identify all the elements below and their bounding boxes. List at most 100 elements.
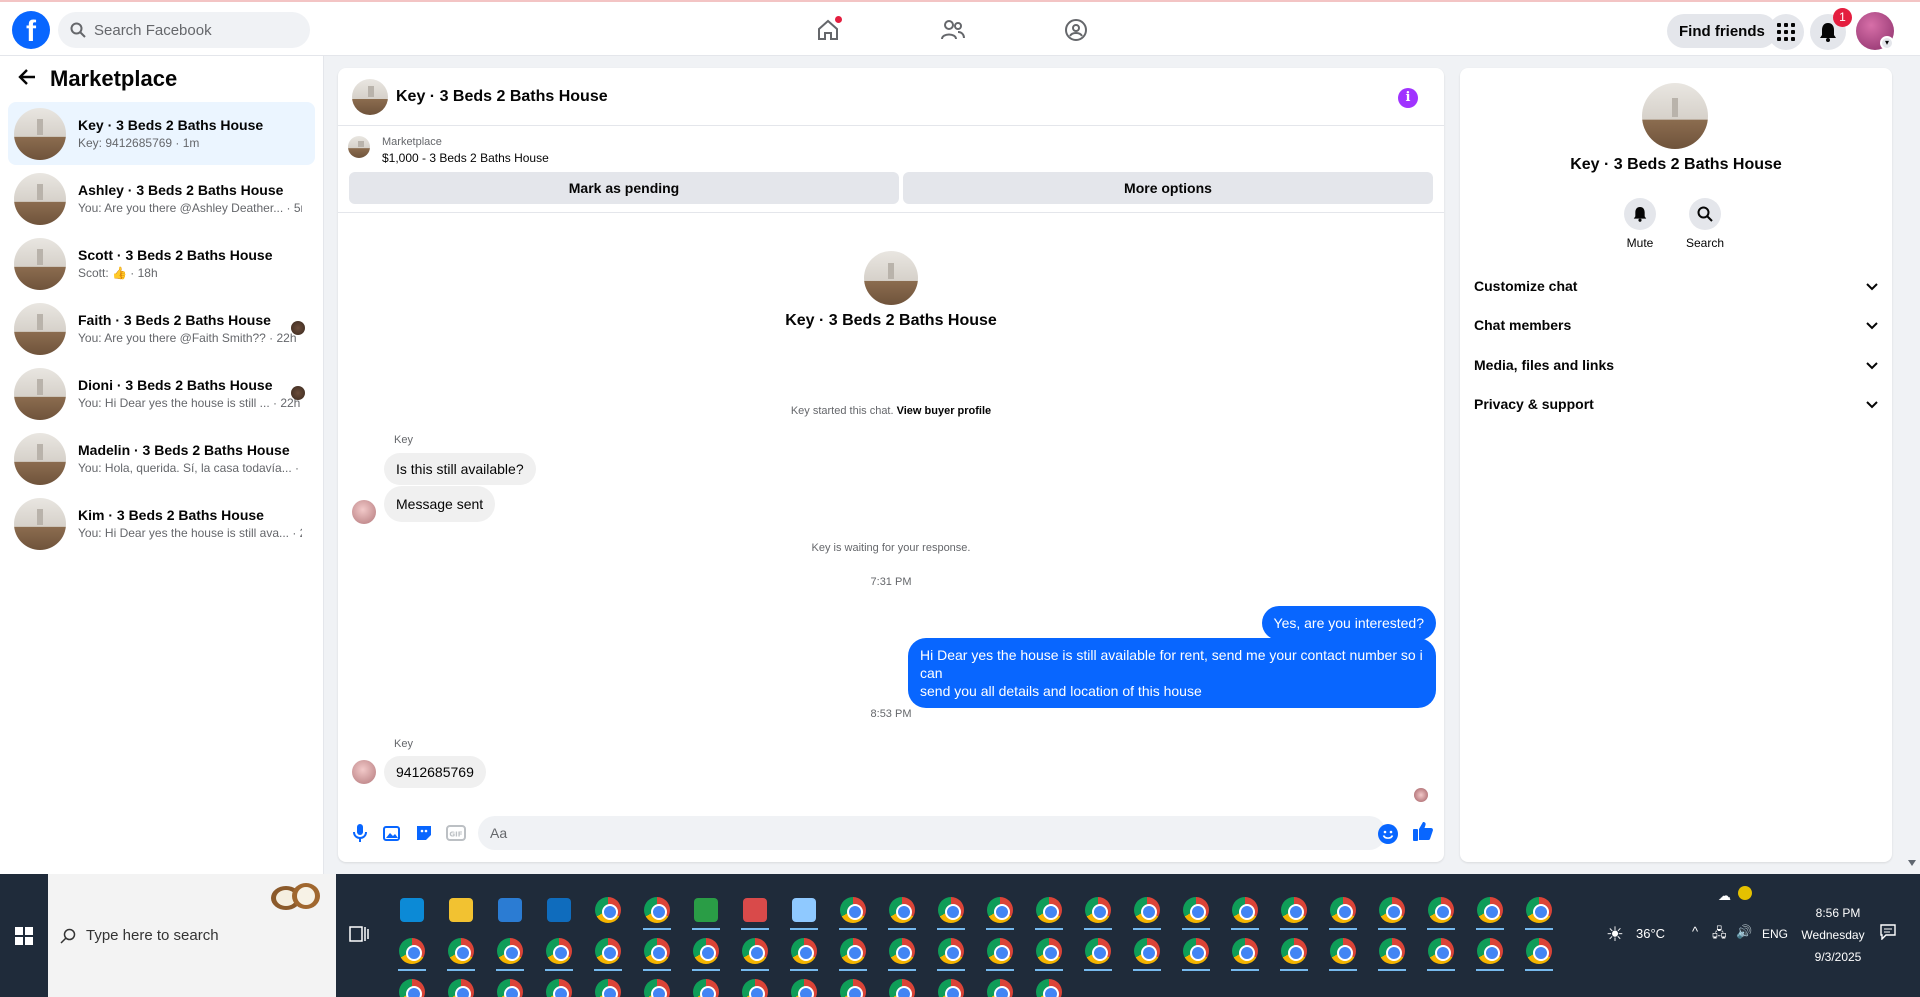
outgoing-message[interactable]: Yes, are you interested? — [1261, 606, 1436, 640]
chrome-window-icon[interactable] — [543, 976, 575, 997]
chrome-window-icon[interactable] — [1033, 935, 1065, 967]
chrome-window-icon[interactable] — [984, 894, 1016, 926]
notification-center-icon[interactable] — [1880, 924, 1896, 943]
chrome-window-icon[interactable] — [837, 894, 869, 926]
sticker-icon[interactable] — [412, 821, 436, 845]
clock-date[interactable]: 9/3/2025 — [1808, 950, 1868, 964]
customize-chat-section[interactable]: Customize chat — [1474, 270, 1878, 302]
chrome-window-icon[interactable] — [1523, 935, 1555, 967]
search-action[interactable]: Search — [1675, 198, 1735, 250]
language-indicator[interactable]: ENG — [1762, 927, 1788, 941]
conversation-item[interactable]: Scott · 3 Beds 2 Baths House Scott: 👍 · 1… — [8, 232, 315, 295]
chrome-window-icon[interactable] — [788, 935, 820, 967]
view-buyer-profile-link[interactable]: View buyer profile — [897, 405, 992, 417]
chrome-window-icon[interactable] — [1229, 894, 1261, 926]
thumbs-up-icon[interactable] — [1412, 820, 1436, 844]
clock-time[interactable]: 8:56 PM — [1808, 906, 1868, 920]
chrome-window-icon[interactable] — [1523, 894, 1555, 926]
sender-avatar[interactable] — [352, 500, 376, 524]
chrome-window-icon[interactable] — [1425, 894, 1457, 926]
chrome-window-icon[interactable] — [641, 976, 673, 997]
conversation-item[interactable]: Kim · 3 Beds 2 Baths House You: Hi Dear y… — [8, 492, 315, 555]
chrome-window-icon[interactable] — [1033, 976, 1065, 997]
cloud-icon[interactable]: ☁ — [1718, 888, 1731, 904]
chrome-window-icon[interactable] — [837, 935, 869, 967]
edge-browser-icon[interactable] — [396, 894, 428, 926]
chrome-window-icon[interactable] — [1229, 935, 1261, 967]
incoming-message[interactable]: 9412685769 — [384, 756, 486, 788]
network-icon[interactable]: 🖧 — [1712, 924, 1727, 946]
chrome-window-icon[interactable] — [984, 976, 1016, 997]
chevron-down-icon[interactable]: ▾ — [1880, 36, 1894, 50]
chrome-window-icon[interactable] — [543, 935, 575, 967]
chrome-window-icon[interactable] — [886, 894, 918, 926]
chrome-window-icon[interactable] — [1327, 894, 1359, 926]
chrome-window-icon[interactable] — [1180, 935, 1212, 967]
conversation-item[interactable]: Ashley · 3 Beds 2 Baths House You: Are yo… — [8, 167, 315, 230]
chrome-window-icon[interactable] — [886, 935, 918, 967]
conversation-item[interactable]: Madelin · 3 Beds 2 Baths House You: Hola,… — [8, 427, 315, 490]
chrome-window-icon[interactable] — [1131, 935, 1163, 967]
file-explorer-icon[interactable] — [445, 894, 477, 926]
marketplace-listing-bar[interactable]: Marketplace $1,000 - 3 Beds 2 Baths Hous… — [338, 126, 1444, 168]
chrome-window-icon[interactable] — [1131, 894, 1163, 926]
facebook-search-box[interactable] — [58, 12, 310, 48]
chrome-window-icon[interactable] — [445, 935, 477, 967]
info-icon[interactable]: i — [1398, 88, 1418, 108]
clock-day[interactable]: Wednesday — [1798, 928, 1868, 942]
chrome-window-icon[interactable] — [1082, 894, 1114, 926]
chrome-window-icon[interactable] — [837, 976, 869, 997]
chrome-window-icon[interactable] — [1180, 894, 1212, 926]
groups-nav-icon[interactable] — [1060, 14, 1092, 46]
page-scrollbar[interactable] — [1904, 56, 1920, 874]
home-nav-icon[interactable] — [812, 14, 844, 46]
paint-app-icon[interactable] — [739, 894, 771, 926]
chat-header-thumbnail[interactable] — [352, 78, 388, 115]
chrome-window-icon[interactable] — [739, 976, 771, 997]
mark-as-pending-button[interactable]: Mark as pending — [349, 172, 899, 204]
message-input[interactable] — [478, 816, 1386, 850]
conversation-item[interactable]: Dioni · 3 Beds 2 Baths House You: Hi Dear… — [8, 362, 315, 425]
chrome-window-icon[interactable] — [494, 935, 526, 967]
coconut-widget-icon[interactable] — [268, 878, 324, 912]
taskbar-search-input[interactable] — [86, 927, 306, 944]
chrome-window-icon[interactable] — [1425, 935, 1457, 967]
conversation-item[interactable]: Faith · 3 Beds 2 Baths House You: Are you… — [8, 297, 315, 360]
outlook-icon[interactable] — [543, 894, 575, 926]
microphone-icon[interactable] — [348, 821, 372, 845]
media-files-links-section[interactable]: Media, files and links — [1474, 349, 1878, 381]
incoming-message[interactable]: Message sent — [384, 486, 496, 522]
scroll-down-arrow-icon[interactable] — [1908, 860, 1916, 866]
facebook-logo-icon[interactable]: f — [12, 11, 50, 49]
chrome-window-icon[interactable] — [494, 976, 526, 997]
security-status-icon[interactable] — [1738, 886, 1752, 900]
chrome-window-icon[interactable] — [592, 976, 624, 997]
chrome-window-icon[interactable] — [1327, 935, 1359, 967]
weather-temperature[interactable]: 36°C — [1636, 926, 1665, 941]
chrome-window-icon[interactable] — [1033, 894, 1065, 926]
chrome-window-icon[interactable] — [1474, 894, 1506, 926]
chrome-window-icon[interactable] — [935, 935, 967, 967]
microsoft-store-icon[interactable] — [494, 894, 526, 926]
volume-icon[interactable]: 🔊 — [1736, 924, 1752, 940]
chrome-profile-icon[interactable] — [641, 894, 673, 926]
chrome-window-icon[interactable] — [1474, 935, 1506, 967]
outgoing-message[interactable]: Hi Dear yes the house is still available… — [908, 638, 1436, 708]
chrome-window-icon[interactable] — [396, 935, 428, 967]
photo-icon[interactable] — [380, 821, 404, 845]
find-friends-button[interactable]: Find friends — [1667, 14, 1777, 48]
facebook-search-input[interactable] — [94, 21, 294, 39]
chrome-window-icon[interactable] — [886, 976, 918, 997]
notifications-button[interactable]: 1 — [1810, 8, 1852, 50]
emoji-icon[interactable] — [1378, 824, 1398, 844]
gif-icon[interactable]: GIF — [444, 821, 468, 845]
chrome-window-icon[interactable] — [1082, 935, 1114, 967]
chrome-window-icon[interactable] — [1376, 935, 1408, 967]
notepad-app-icon[interactable] — [788, 894, 820, 926]
chrome-window-icon[interactable] — [1278, 935, 1310, 967]
chrome-window-icon[interactable] — [984, 935, 1016, 967]
more-options-button[interactable]: More options — [903, 172, 1433, 204]
privacy-support-section[interactable]: Privacy & support — [1474, 388, 1878, 420]
chrome-window-icon[interactable] — [935, 894, 967, 926]
chrome-window-icon[interactable] — [641, 935, 673, 967]
